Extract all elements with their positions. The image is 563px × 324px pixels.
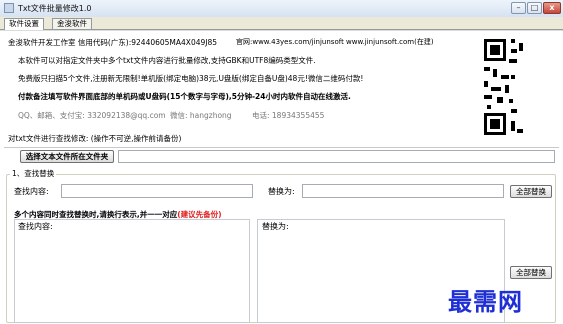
group-title: 1、查找替换 bbox=[10, 168, 57, 179]
app-icon bbox=[4, 3, 14, 13]
maximize-button[interactable]: □ bbox=[527, 2, 542, 14]
replace-all-button-multi[interactable]: 全部替换 bbox=[510, 266, 552, 279]
backup-note: (建议先备份) bbox=[177, 210, 222, 219]
tab-jinjun-software[interactable]: 金浚软件 bbox=[52, 18, 92, 29]
contact-qq: QQ、邮箱、支付宝: 332092138@qq.com bbox=[18, 111, 166, 120]
divider bbox=[4, 147, 559, 148]
minimize-button[interactable]: – bbox=[511, 2, 526, 14]
replace-label: 替换为: bbox=[268, 187, 295, 196]
multi-replace-header-text: 多个内容同时查找替换时,请换行表示,并一一对应 bbox=[14, 210, 178, 219]
description-text: 本软件可以对指定文件夹中多个txt文件内容进行批量修改,支持GBK和UTF8编码… bbox=[18, 56, 316, 65]
multi-find-label: 查找内容: bbox=[18, 222, 53, 231]
close-button[interactable]: x bbox=[543, 2, 561, 14]
info-box bbox=[6, 35, 478, 145]
payment-note-text: 付款备注填写软件界面底部的单机码或U盘码(15个数字与字母),5分钟-24小时内… bbox=[18, 92, 351, 101]
website-info: 官网:www.43yes.com/jinjunsoft www.jinjunso… bbox=[236, 38, 434, 46]
find-label: 查找内容: bbox=[14, 187, 49, 196]
replace-all-button[interactable]: 全部替换 bbox=[510, 185, 552, 198]
section-header: 对txt文件进行查找修改: (操作不可逆,操作前请备份) bbox=[8, 134, 182, 143]
find-input[interactable] bbox=[61, 184, 253, 198]
contact-wechat: 微信: hangzhong bbox=[170, 111, 232, 120]
multi-replace-label: 替换为: bbox=[262, 222, 289, 231]
window-title: Txt文件批量修改1.0 bbox=[18, 4, 92, 13]
contact-phone: 电话: 18934355455 bbox=[252, 111, 325, 120]
tab-software-settings[interactable]: 软件设置 bbox=[4, 18, 44, 30]
pricing-text: 免费版只扫描5个文件,注册新无限制!单机版(绑定电脑)38元,U盘版(绑定自备U… bbox=[18, 74, 364, 83]
wechat-qr-code bbox=[481, 35, 559, 145]
folder-path-field[interactable] bbox=[118, 150, 555, 163]
watermark: 最需网 bbox=[448, 287, 523, 316]
multi-find-textarea[interactable] bbox=[14, 219, 250, 323]
company-info: 金浚软件开发工作室 信用代码(广东):92440605MA4X049J85 bbox=[8, 38, 218, 47]
choose-folder-button[interactable]: 选择文本文件所在文件夹 bbox=[20, 150, 114, 163]
replace-input[interactable] bbox=[302, 184, 504, 198]
